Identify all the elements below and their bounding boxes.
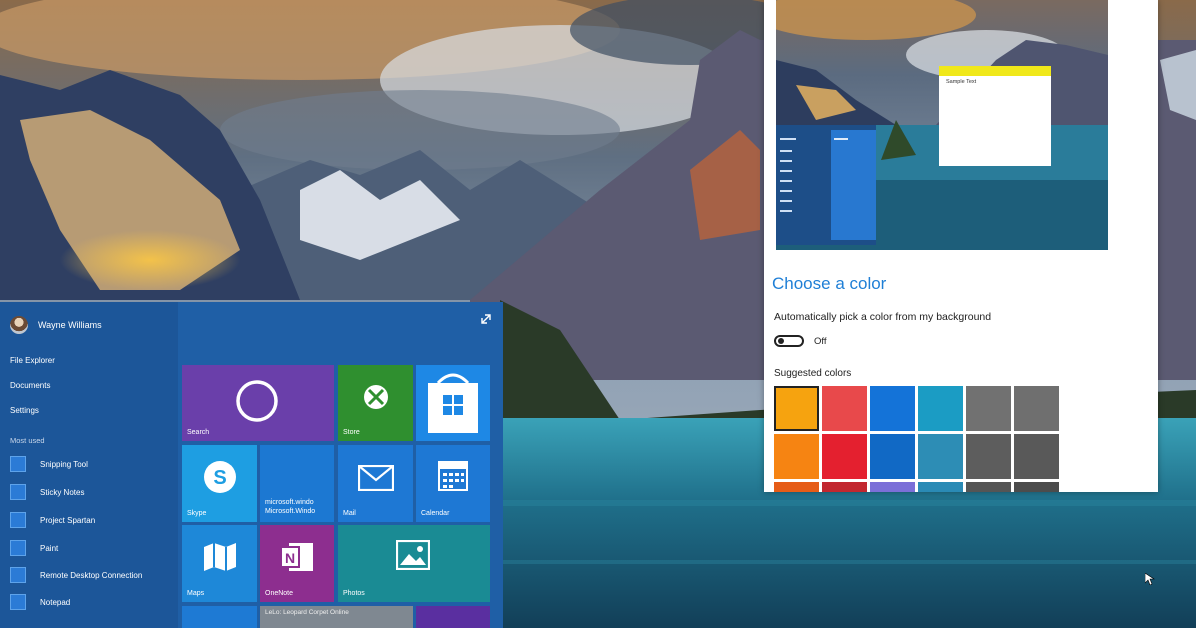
tile-store[interactable]: Store — [338, 365, 413, 441]
tile-label: LeLo: Leopard Corpet Online — [265, 609, 349, 616]
color-swatch[interactable] — [1014, 434, 1059, 479]
color-swatch[interactable] — [870, 386, 915, 431]
color-swatch[interactable] — [774, 434, 819, 479]
cortana-circle-icon — [236, 380, 278, 422]
tile-label: Calendar — [421, 509, 450, 517]
color-swatch[interactable] — [822, 482, 867, 492]
tile-photos[interactable]: Photos — [338, 525, 490, 602]
svg-text:N: N — [285, 550, 295, 566]
color-swatch[interactable] — [822, 434, 867, 479]
tile-label: Maps — [187, 589, 205, 597]
store-bag-icon — [428, 373, 478, 433]
app-sticky-notes[interactable]: Sticky Notes — [10, 484, 84, 500]
auto-pick-toggle[interactable] — [774, 335, 804, 347]
color-swatch[interactable] — [1014, 482, 1059, 492]
color-swatch[interactable] — [822, 386, 867, 431]
color-swatch[interactable] — [966, 482, 1011, 492]
tile-label: Mail — [343, 509, 356, 517]
app-label: Project Spartan — [40, 515, 96, 525]
app-snipping-tool[interactable]: Snipping Tool — [10, 456, 88, 472]
tile-label: Search — [187, 428, 210, 436]
tile-skype[interactable]: S Skype — [182, 445, 257, 522]
tile-windows-store[interactable] — [416, 365, 490, 441]
svg-text:S: S — [213, 467, 226, 489]
app-project-spartan[interactable]: Project Spartan — [10, 512, 95, 528]
tile-microsoft-windows[interactable]: microsoft.windo Microsoft.Windo — [260, 445, 334, 522]
expand-icon[interactable] — [479, 312, 493, 326]
choose-color-heading: Choose a color — [772, 274, 887, 293]
app-label: Paint — [40, 543, 59, 553]
file-explorer-link[interactable]: File Explorer — [10, 356, 55, 365]
color-swatch[interactable] — [966, 386, 1011, 431]
personalization-settings-window: Sample Text Choose a color Automatically… — [764, 0, 1158, 492]
snipping-tool-icon — [10, 456, 26, 472]
tile-label: OneNote — [265, 589, 294, 597]
color-swatch[interactable] — [918, 434, 963, 479]
background-preview — [776, 0, 1108, 250]
tile-partial-2[interactable] — [416, 606, 490, 628]
avatar — [10, 316, 28, 334]
app-label: Snipping Tool — [40, 459, 88, 469]
documents-link[interactable]: Documents — [10, 381, 50, 390]
tile-calendar[interactable]: Calendar — [416, 445, 490, 522]
sticky-notes-icon — [10, 484, 26, 500]
tile-label: Photos — [343, 589, 365, 597]
color-swatch[interactable] — [774, 386, 819, 431]
paint-icon — [10, 540, 26, 556]
tile-news[interactable]: LeLo: Leopard Corpet Online — [260, 606, 413, 628]
tile-onenote[interactable]: N OneNote — [260, 525, 334, 602]
color-swatch[interactable] — [966, 434, 1011, 479]
color-swatch[interactable] — [870, 482, 915, 492]
tile-search[interactable]: Search — [182, 365, 334, 441]
start-menu-left-pane: Wayne Williams File Explorer Documents S… — [0, 302, 178, 628]
app-notepad[interactable]: Notepad — [10, 594, 70, 610]
color-swatch[interactable] — [918, 386, 963, 431]
notepad-icon — [10, 594, 26, 610]
color-swatch[interactable] — [918, 482, 963, 492]
settings-link[interactable]: Settings — [10, 406, 39, 415]
project-spartan-icon — [10, 512, 26, 528]
tile-label: Store — [343, 428, 360, 436]
toggle-knob — [778, 338, 784, 344]
app-paint[interactable]: Paint — [10, 540, 58, 556]
color-swatch[interactable] — [1014, 386, 1059, 431]
tile-mail[interactable]: Mail — [338, 445, 413, 522]
app-remote-desktop[interactable]: Remote Desktop Connection — [10, 567, 142, 583]
tile-maps[interactable]: Maps — [182, 525, 257, 602]
mail-icon — [358, 465, 394, 491]
color-swatch[interactable] — [774, 482, 819, 492]
user-account[interactable]: Wayne Williams — [10, 316, 102, 334]
most-used-heading: Most used — [10, 436, 45, 445]
app-label: Sticky Notes — [40, 487, 85, 497]
start-menu: Wayne Williams File Explorer Documents S… — [0, 302, 503, 628]
onenote-icon: N — [280, 543, 313, 571]
app-label: Remote Desktop Connection — [40, 570, 143, 580]
toggle-state-label: Off — [814, 336, 827, 347]
auto-pick-label: Automatically pick a color from my backg… — [774, 311, 992, 323]
suggested-colors-label: Suggested colors — [774, 368, 852, 379]
calendar-icon — [438, 461, 468, 491]
mouse-cursor-icon — [1145, 573, 1155, 585]
maps-icon — [204, 543, 236, 571]
tile-partial-1[interactable] — [182, 606, 257, 628]
skype-icon: S — [204, 461, 236, 493]
tile-label: microsoft.windo Microsoft.Windo — [265, 499, 316, 515]
photos-icon — [396, 540, 430, 570]
app-label: Notepad — [40, 597, 71, 607]
xbox-icon — [364, 385, 388, 409]
remote-desktop-icon — [10, 567, 26, 583]
sample-text: Sample Text — [946, 79, 977, 85]
color-swatch[interactable] — [870, 434, 915, 479]
user-name: Wayne Williams — [38, 320, 102, 330]
tile-label: Skype — [187, 509, 207, 517]
